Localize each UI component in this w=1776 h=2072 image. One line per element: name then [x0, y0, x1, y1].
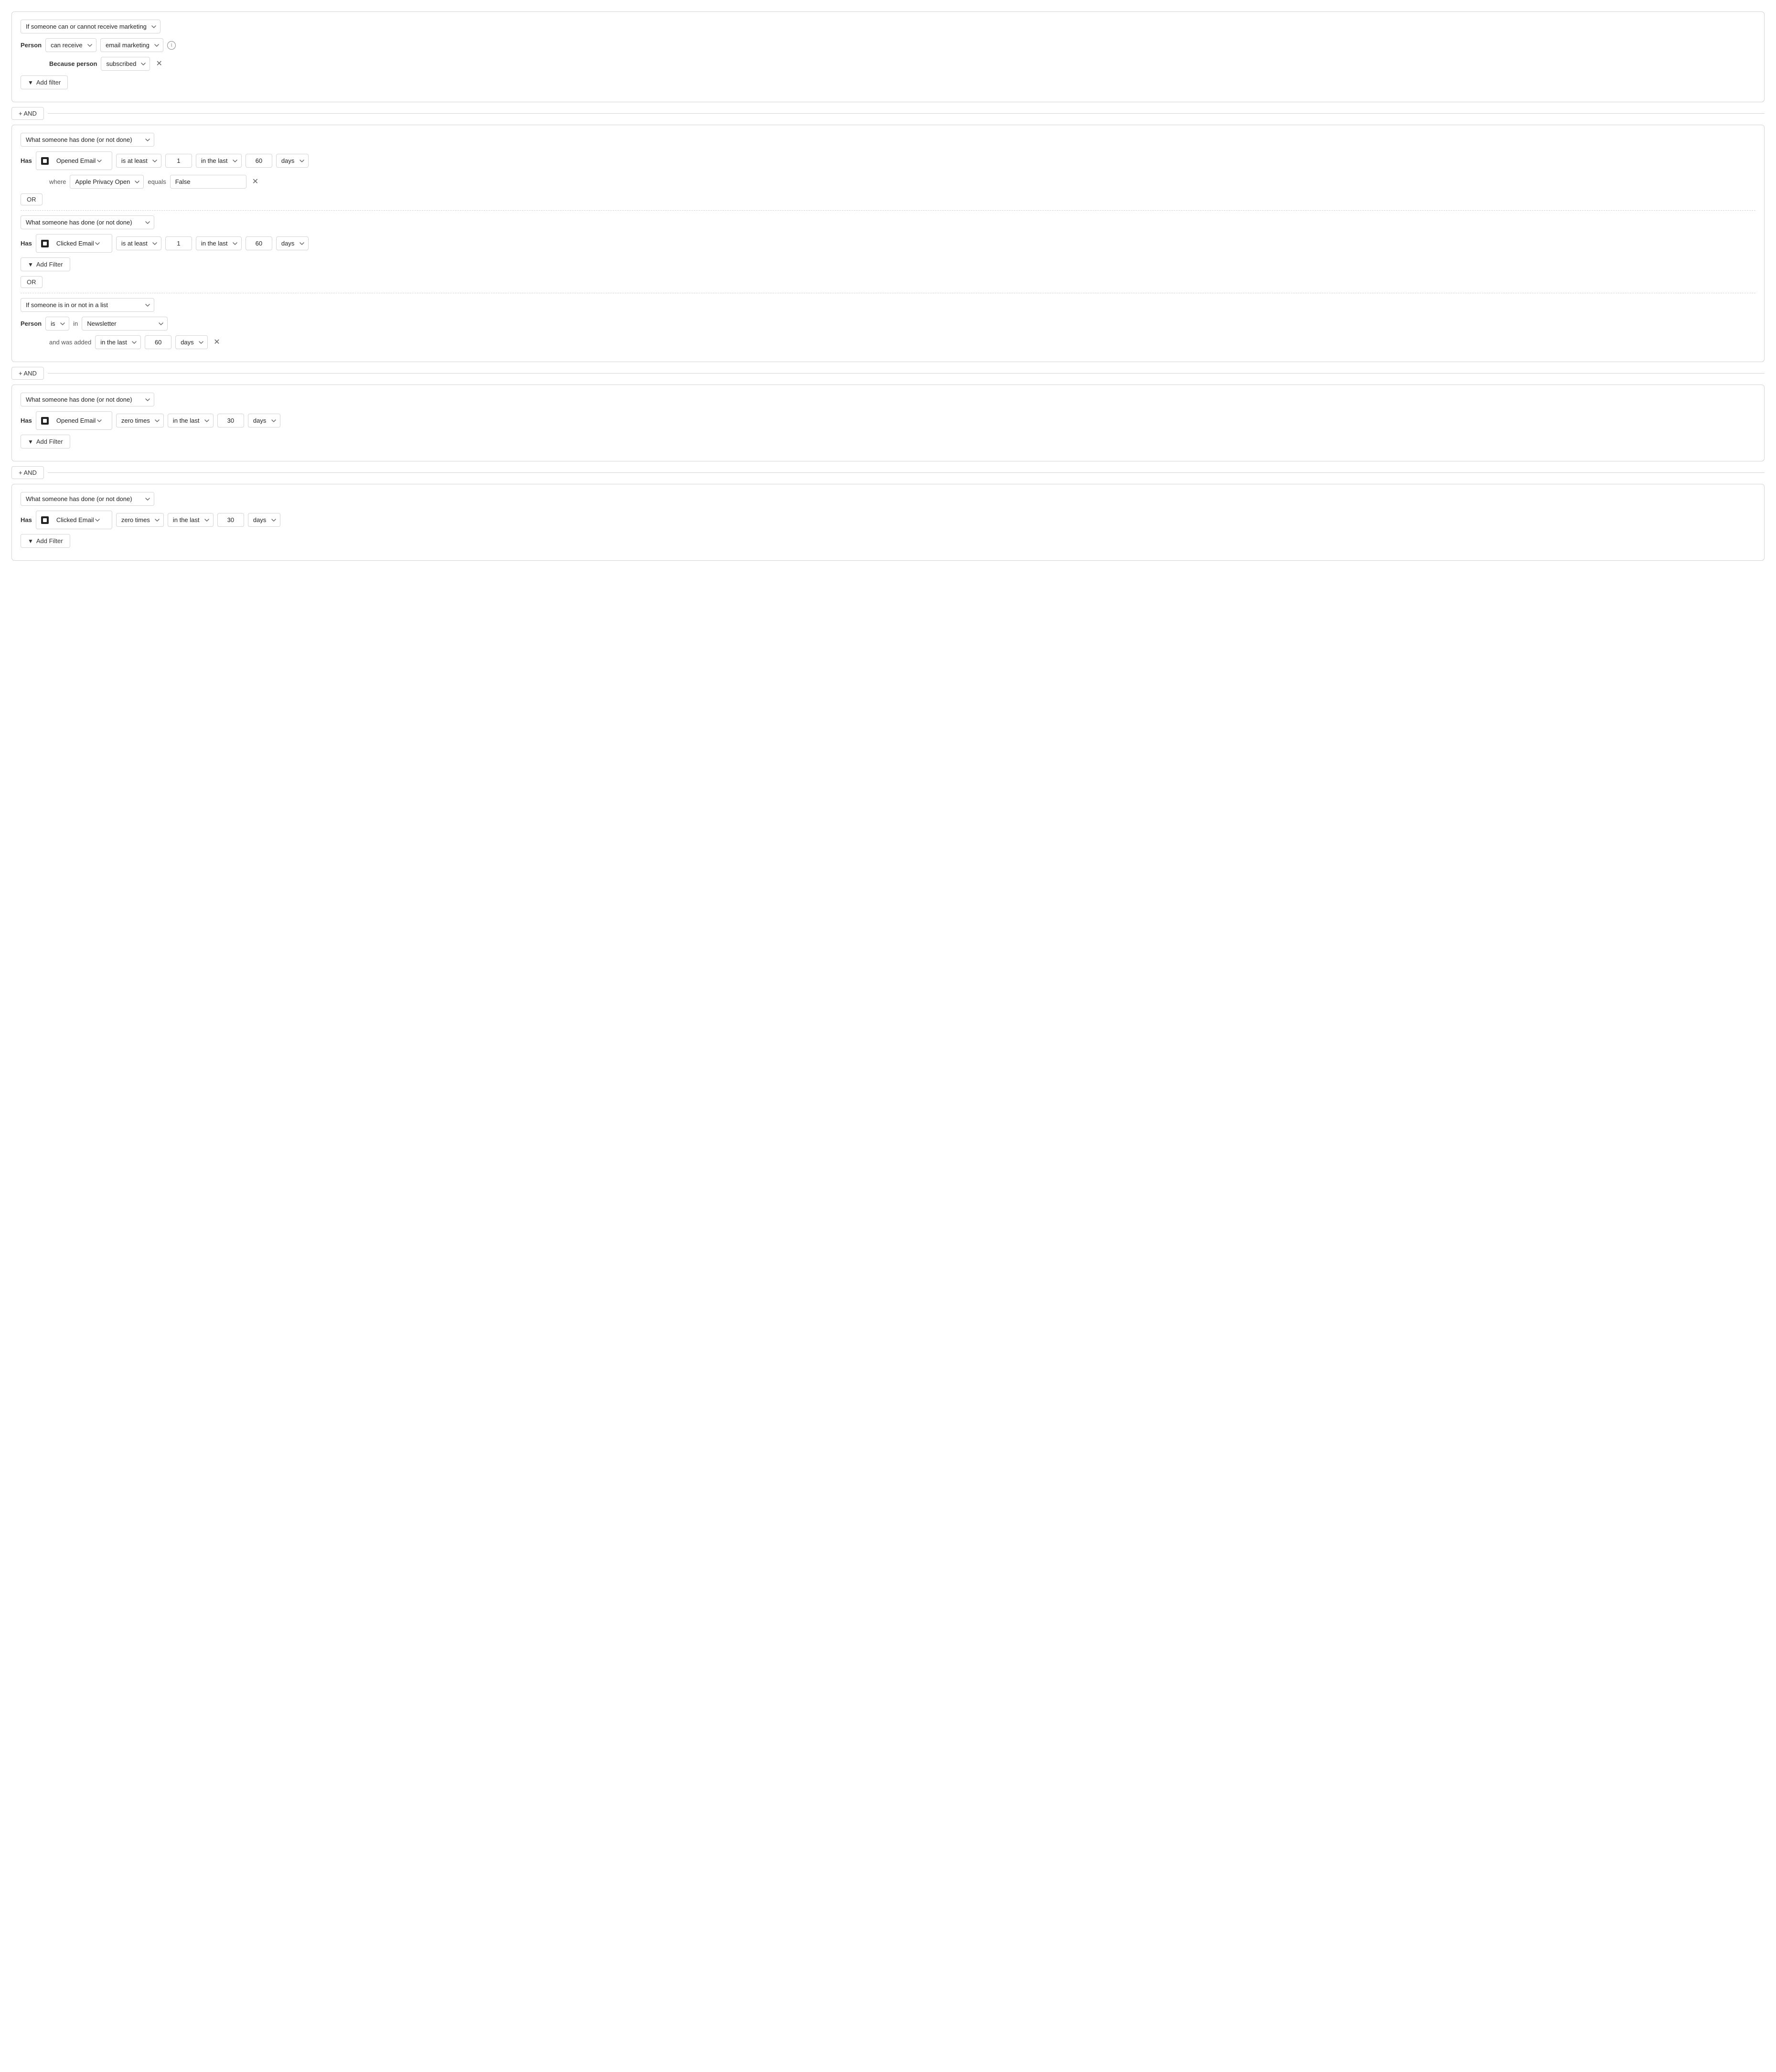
clicked-zero-time-condition-dropdown[interactable]: in the last	[168, 513, 214, 527]
and-button-2[interactable]: + AND	[11, 367, 44, 380]
has-label-opened: Has	[21, 157, 32, 164]
newsletter-dropdown[interactable]: Newsletter	[82, 317, 168, 331]
where-label: where	[49, 178, 66, 185]
has-label-clicked-zero: Has	[21, 516, 32, 523]
marketing-type-dropdown[interactable]: If someone can or cannot receive marketi…	[21, 20, 160, 33]
list-time-value-input[interactable]	[145, 335, 171, 349]
opened-zero-time-unit-dropdown[interactable]: days	[248, 414, 280, 427]
add-filter-button-1[interactable]: ▼ Add filter	[21, 75, 68, 89]
clicked-email-event-dropdown[interactable]: Clicked Email	[52, 237, 102, 250]
person-can-dropdown[interactable]: can receive	[45, 38, 96, 52]
opened-zero-condition-dropdown[interactable]: zero times	[116, 414, 164, 427]
filter-icon-opened-zero: ▼	[28, 438, 33, 445]
because-person-dropdown[interactable]: subscribed	[101, 57, 150, 71]
list-person-is-dropdown[interactable]: is	[45, 317, 69, 331]
equals-label: equals	[148, 178, 166, 185]
clicked-zero-time-value-input[interactable]	[217, 513, 244, 527]
actions-group-section: What someone has done (or not done) Has …	[11, 125, 1765, 362]
opened-zero-section: What someone has done (or not done) Has …	[11, 384, 1765, 461]
clicked-time-unit-dropdown[interactable]: days	[276, 236, 309, 250]
marketing-section: If someone can or cannot receive marketi…	[11, 11, 1765, 102]
clicked-value-input[interactable]	[165, 236, 192, 250]
filter-icon-clicked-zero: ▼	[28, 538, 33, 545]
and-connector-3: + AND	[11, 466, 1765, 479]
opened-zero-time-condition-dropdown[interactable]: in the last	[168, 414, 214, 427]
and-was-added-row: and was added in the last days ✕	[49, 335, 1755, 349]
list-person-label: Person	[21, 320, 42, 327]
clicked-email-icon	[41, 240, 49, 247]
and-button-1[interactable]: + AND	[11, 107, 44, 120]
and-line-2	[48, 373, 1765, 374]
clicked-zero-condition-dropdown[interactable]: zero times	[116, 513, 164, 527]
or-button-2[interactable]: OR	[21, 276, 43, 288]
opened-zero-event-dropdown[interactable]: Opened Email	[52, 414, 104, 427]
opened-email-event-dropdown[interactable]: Opened Email	[52, 154, 104, 167]
opened-time-value-input[interactable]	[246, 154, 272, 168]
add-filter-button-opened-zero[interactable]: ▼ Add Filter	[21, 435, 70, 449]
filter-icon: ▼	[28, 79, 33, 86]
remove-because-button[interactable]: ✕	[154, 60, 164, 68]
opened-email-type-dropdown[interactable]: What someone has done (or not done)	[21, 133, 154, 147]
apple-privacy-dropdown[interactable]: Apple Privacy Open	[70, 175, 144, 189]
and-line-3	[48, 472, 1765, 473]
opened-where-row: where Apple Privacy Open equals ✕	[49, 175, 1755, 189]
opened-zero-email-icon	[41, 417, 49, 425]
and-connector-1: + AND	[11, 107, 1765, 120]
has-label-clicked: Has	[21, 240, 32, 247]
email-marketing-dropdown[interactable]: email marketing	[100, 38, 163, 52]
remove-list-time-button[interactable]: ✕	[212, 339, 222, 346]
in-label: in	[73, 320, 78, 327]
opened-value-input[interactable]	[165, 154, 192, 168]
and-line-1	[48, 113, 1765, 114]
clicked-zero-type-dropdown[interactable]: What someone has done (or not done)	[21, 492, 154, 506]
filter-icon-clicked: ▼	[28, 261, 33, 268]
clicked-condition-dropdown[interactable]: is at least	[116, 236, 161, 250]
opened-zero-type-dropdown[interactable]: What someone has done (or not done)	[21, 393, 154, 406]
where-value-input[interactable]	[170, 175, 246, 189]
add-filter-button-clicked-zero[interactable]: ▼ Add Filter	[21, 534, 70, 548]
clicked-time-condition-dropdown[interactable]: in the last	[196, 236, 242, 250]
and-connector-2: + AND	[11, 367, 1765, 380]
and-button-3[interactable]: + AND	[11, 466, 44, 479]
clicked-zero-section: What someone has done (or not done) Has …	[11, 484, 1765, 561]
opened-email-icon	[41, 157, 49, 165]
info-icon[interactable]: i	[167, 41, 176, 50]
list-type-dropdown[interactable]: If someone is in or not in a list	[21, 298, 154, 312]
person-label: Person	[21, 42, 42, 49]
opened-time-unit-dropdown[interactable]: days	[276, 154, 309, 168]
opened-time-condition-dropdown[interactable]: in the last	[196, 154, 242, 168]
add-filter-button-clicked[interactable]: ▼ Add Filter	[21, 257, 70, 271]
opened-zero-time-value-input[interactable]	[217, 414, 244, 427]
because-person-label: Because person	[49, 60, 97, 67]
list-time-condition-dropdown[interactable]: in the last	[95, 335, 141, 349]
has-label-opened-zero: Has	[21, 417, 32, 424]
clicked-email-type-dropdown[interactable]: What someone has done (or not done)	[21, 215, 154, 229]
and-was-added-label: and was added	[49, 339, 91, 346]
clicked-zero-event-dropdown[interactable]: Clicked Email	[52, 513, 102, 526]
or-button-1[interactable]: OR	[21, 193, 43, 205]
opened-condition-dropdown[interactable]: is at least	[116, 154, 161, 168]
clicked-zero-time-unit-dropdown[interactable]: days	[248, 513, 280, 527]
clicked-zero-email-icon	[41, 516, 49, 524]
clicked-time-value-input[interactable]	[246, 236, 272, 250]
list-time-unit-dropdown[interactable]: days	[175, 335, 208, 349]
remove-where-button[interactable]: ✕	[250, 178, 260, 186]
